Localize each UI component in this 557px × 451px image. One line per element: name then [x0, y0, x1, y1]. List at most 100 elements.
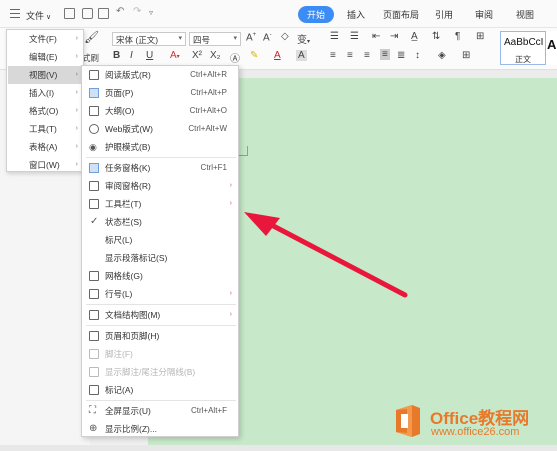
view-markup[interactable]: 标记(A) — [83, 381, 237, 399]
menu-insert[interactable]: 插入(I) › — [8, 84, 83, 102]
sort-icon[interactable]: ⇅ — [432, 31, 440, 42]
view-line-numbers[interactable]: 行号(L) › — [83, 285, 237, 303]
print-preview-icon[interactable] — [98, 8, 109, 19]
view-header-footer[interactable]: 页眉和页脚(H) — [83, 327, 237, 345]
bullets-icon[interactable]: ☰ — [330, 31, 339, 42]
numbering-icon[interactable]: ☰ — [350, 31, 359, 42]
chinese-layout-icon[interactable]: A̲ — [411, 31, 418, 42]
menu-tools[interactable]: 工具(T) › — [8, 120, 83, 138]
menu-table[interactable]: 表格(A) › — [8, 138, 83, 156]
quick-access-dropdown-icon[interactable]: ▿ — [149, 8, 153, 17]
tab-insert[interactable]: 插入 — [347, 8, 365, 21]
view-review-pane-label: 审阅窗格(R) — [105, 181, 151, 191]
subscript-icon[interactable]: X₂ — [210, 50, 221, 61]
fullscreen-icon: ⛶ — [89, 405, 96, 416]
annotation-arrow — [244, 212, 408, 298]
print-icon[interactable] — [82, 8, 93, 19]
markup-icon — [89, 385, 99, 395]
main-menu: 文件(F) › 编辑(E) › 视图(V) › 插入(I) › 格式(O) › 工具(T)… — [6, 29, 84, 172]
align-right-icon[interactable]: ≡ — [364, 50, 370, 61]
view-paragraph-marks-label: 显示段落标记(S) — [105, 253, 168, 263]
show-hide-icon[interactable]: ¶ — [455, 31, 460, 42]
file-menu-button[interactable]: 文件 ∨ — [26, 9, 51, 22]
tab-review[interactable]: 审阅 — [475, 8, 493, 21]
format-painter-icon[interactable]: 🖌 — [84, 30, 99, 44]
decrease-indent-icon[interactable]: ⇤ — [372, 31, 380, 42]
text-effect-icon[interactable]: Ⓐ — [230, 50, 240, 65]
italic-button[interactable]: I — [130, 50, 133, 61]
view-footnote-separator-label: 显示脚注/尾注分隔线(B) — [105, 367, 196, 377]
font-name-select[interactable]: 宋体 (正文) ▾ — [112, 32, 186, 46]
menu-format[interactable]: 格式(O) › — [8, 102, 83, 120]
view-header-footer-label: 页眉和页脚(H) — [105, 331, 160, 341]
view-ruler[interactable]: 标尺(L) — [83, 231, 237, 249]
footnote-icon — [89, 349, 99, 359]
menu-separator — [86, 157, 236, 158]
view-web-layout[interactable]: Web版式(W) Ctrl+Alt+W — [83, 120, 237, 138]
view-task-pane[interactable]: 任务窗格(K) Ctrl+F1 — [83, 159, 237, 177]
redo-icon[interactable]: ↷ — [133, 6, 141, 17]
char-shading-icon[interactable]: A — [296, 50, 307, 61]
tab-references[interactable]: 引用 — [435, 8, 453, 21]
status-strip — [0, 445, 557, 451]
style-normal[interactable]: AaBbCcI 正文 — [500, 31, 546, 65]
grow-font-icon[interactable]: A+ — [246, 32, 256, 43]
shrink-font-icon[interactable]: A- — [263, 32, 272, 43]
outline-icon — [89, 106, 99, 116]
underline-button[interactable]: U — [146, 50, 153, 61]
increase-indent-icon[interactable]: ⇥ — [390, 31, 398, 42]
view-reading-layout[interactable]: 阅读版式(R) Ctrl+Alt+R — [83, 66, 237, 84]
view-submenu: 阅读版式(R) Ctrl+Alt+R 页面(P) Ctrl+Alt+P 大纲(O) C… — [81, 65, 239, 437]
reading-icon — [89, 70, 99, 80]
font-size-select[interactable]: 四号 ▾ — [189, 32, 241, 46]
view-gridlines[interactable]: 网格线(G) — [83, 267, 237, 285]
tab-home[interactable]: 开始 — [298, 6, 335, 23]
undo-icon[interactable]: ↶ — [116, 6, 124, 17]
style-name: 正文 — [515, 55, 531, 64]
borders-icon[interactable]: ⊞ — [462, 50, 470, 61]
font-color-icon[interactable]: A — [274, 50, 281, 61]
justify-icon[interactable]: ≡ — [380, 49, 390, 60]
view-web-layout-shortcut: Ctrl+Alt+W — [188, 124, 227, 133]
menu-icon[interactable] — [10, 9, 20, 18]
phonetic-icon[interactable]: 变▾ — [297, 31, 310, 46]
border-icon[interactable]: ⊞ — [476, 31, 484, 42]
view-paragraph-marks[interactable]: 显示段落标记(S) — [83, 249, 237, 267]
save-icon[interactable] — [64, 8, 75, 19]
line-spacing-icon[interactable]: ↕ — [415, 50, 420, 61]
align-center-icon[interactable]: ≡ — [347, 50, 353, 61]
menu-separator — [86, 304, 236, 305]
view-page[interactable]: 页面(P) Ctrl+Alt+P — [83, 84, 237, 102]
view-doc-structure[interactable]: 文档结构图(M) › — [83, 306, 237, 324]
view-status-bar-label: 状态栏(S) — [105, 217, 142, 227]
view-web-layout-label: Web版式(W) — [105, 124, 154, 134]
tab-page-layout[interactable]: 页面布局 — [383, 8, 419, 21]
view-page-label: 页面(P) — [105, 88, 134, 98]
font-size-value: 四号 — [193, 35, 211, 45]
view-fullscreen[interactable]: ⛶ 全屏显示(U) Ctrl+Alt+F — [83, 402, 237, 420]
clear-format-icon[interactable]: ◇ — [281, 31, 289, 42]
highlight-icon[interactable]: ✎ — [250, 50, 258, 61]
view-zoom[interactable]: ⊕ 显示比例(Z)... — [83, 420, 237, 438]
title-bar: 文件 ∨ ↶ ↷ ▿ 开始 插入 页面布局 引用 审阅 视图 — [0, 0, 557, 28]
tab-view[interactable]: 视图 — [516, 8, 534, 21]
align-left-icon[interactable]: ≡ — [330, 50, 336, 61]
view-footnote: 脚注(F) — [83, 345, 237, 363]
menu-file[interactable]: 文件(F) › — [8, 30, 83, 48]
view-status-bar[interactable]: ✓ 状态栏(S) — [83, 213, 237, 231]
menu-view[interactable]: 视图(V) › — [8, 66, 83, 84]
distributed-icon[interactable]: ≣ — [397, 50, 405, 61]
superscript-icon[interactable]: X² — [192, 50, 202, 61]
view-toolbar[interactable]: 工具栏(T) › — [83, 195, 237, 213]
menu-table-label: 表格(A) — [29, 142, 58, 152]
shading-icon[interactable]: ◈ — [438, 50, 446, 61]
view-outline-shortcut: Ctrl+Alt+O — [189, 106, 227, 115]
style-heading[interactable]: A — [546, 31, 557, 65]
bold-button[interactable]: B — [113, 50, 120, 61]
menu-window[interactable]: 窗口(W) › — [8, 156, 83, 174]
menu-edit[interactable]: 编辑(E) › — [8, 48, 83, 66]
view-eye-protection[interactable]: ◉ 护眼模式(B) — [83, 138, 237, 156]
view-outline[interactable]: 大纲(O) Ctrl+Alt+O — [83, 102, 237, 120]
view-review-pane[interactable]: 审阅窗格(R) › — [83, 177, 237, 195]
strikethrough-icon[interactable]: A▾ — [170, 50, 180, 61]
